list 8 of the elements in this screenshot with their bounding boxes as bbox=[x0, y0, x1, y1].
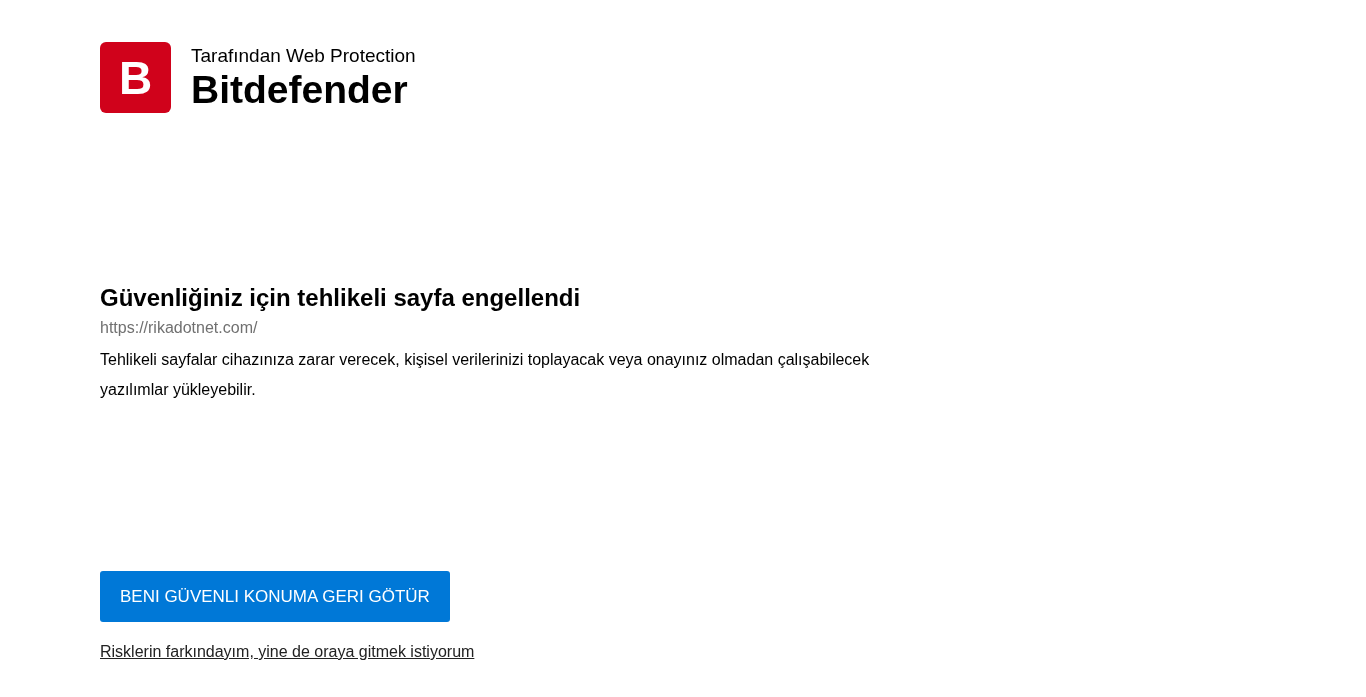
proceed-link[interactable]: Risklerin farkındayım, yine de oraya gitmek istiyorum bbox=[100, 643, 475, 661]
safety-button[interactable]: BENI GÜVENLI KONUMA GERI GÖTÜR bbox=[100, 571, 450, 622]
brand-logo: B bbox=[100, 42, 171, 113]
brand-name: Bitdefender bbox=[191, 67, 409, 112]
warning-heading: Güvenliğiniz için tehlikeli sayfa engellendi bbox=[100, 283, 582, 313]
brand-subtitle: Tarafından Web Protection bbox=[191, 43, 416, 68]
warning-description: Tehlikeli sayfalar cihazınıza zarar verecek, kişisel verilerinizi toplayacak veya onayınız olmadan çalışabilecek yazılımlar yükleyebilir. bbox=[100, 350, 871, 400]
blocked-url: https://rikadotnet.com/ bbox=[100, 318, 259, 338]
